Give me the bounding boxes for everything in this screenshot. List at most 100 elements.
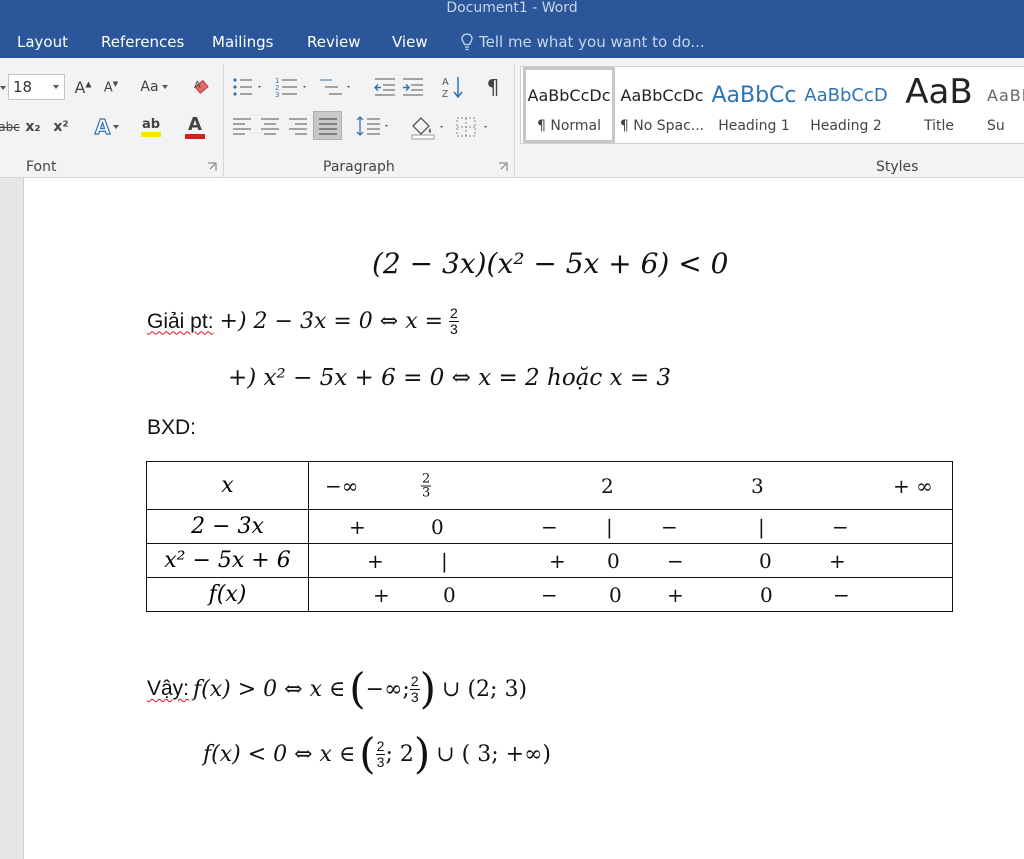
highlight-icon: ab [141, 116, 161, 132]
style-preview: AaBbCcD [804, 85, 888, 106]
sign-table: x −∞ 23 2 3 + ∞ 2 − 3x + 0 − | − | − x² … [146, 461, 953, 612]
tell-me-placeholder: Tell me what you want to do... [479, 33, 705, 51]
svg-text:Z: Z [442, 89, 448, 100]
row-head-quadratic: x² − 5x + 6 [146, 543, 309, 578]
main-inequality: (2 − 3x)(x² − 5x + 6) < 0 [372, 247, 729, 280]
sign-mark: − [541, 582, 558, 607]
shrink-font-button[interactable]: A▼ [100, 78, 122, 98]
solve-line-2: +) x² − 5x + 6 = 0 ⇔ x = 2 hoặc x = 3 [228, 365, 672, 391]
text-effects-button[interactable]: A [89, 114, 125, 140]
tab-mailings[interactable]: Mailings [212, 32, 273, 52]
left-paren: ( [359, 729, 376, 778]
style-subtitle[interactable]: AaBl Su [987, 67, 1024, 143]
align-right-icon[interactable] [288, 116, 308, 136]
chevron-down-icon [113, 125, 120, 129]
sign-mark: + [829, 548, 846, 573]
change-case-label: Aa [140, 79, 159, 95]
style-name: Title [923, 118, 954, 134]
ribbon-separator [223, 64, 224, 180]
sign-mark: 0 [759, 548, 772, 573]
style-preview: AaBbCc [711, 83, 797, 108]
style-heading-2[interactable]: AaBbCcD Heading 2 [801, 67, 891, 143]
pilcrow-icon: ¶ [486, 75, 500, 99]
paragraph-group-label: Paragraph [323, 159, 395, 175]
borders-icon[interactable] [455, 116, 491, 138]
strikethrough-label: abc [0, 120, 20, 134]
font-size-dropdown-icon [53, 85, 59, 89]
font-name-dropdown-icon[interactable] [0, 86, 6, 90]
bullets-icon[interactable] [232, 76, 264, 98]
superscript-label: x² [53, 119, 69, 135]
table-row: x² − 5x + 6 + | + 0 − 0 + [146, 543, 953, 578]
sign-mark: | [441, 548, 448, 573]
text-effects-icon: A [94, 114, 111, 139]
ribbon-separator [514, 64, 515, 180]
style-preview: AaBl [987, 86, 1024, 105]
row-x-values: −∞ 23 2 3 + ∞ [308, 461, 953, 510]
sign-mark: − [832, 514, 849, 539]
align-left-icon[interactable] [232, 116, 252, 136]
table-row: x −∞ 23 2 3 + ∞ [146, 461, 953, 510]
fraction-numerator: 2 [421, 471, 432, 486]
tab-view[interactable]: View [392, 32, 428, 52]
font-color-button[interactable]: A [175, 114, 215, 140]
sign-mark: 0 [443, 582, 456, 607]
table-row: 2 − 3x + 0 − | − | − [146, 509, 953, 544]
increase-indent-icon[interactable] [401, 76, 425, 98]
show-formatting-marks-button[interactable]: ¶ [482, 75, 504, 99]
align-center-icon[interactable] [260, 116, 280, 136]
style-name: ¶ No Spac... [619, 118, 705, 134]
line-spacing-icon[interactable] [356, 115, 392, 137]
sign-mark: | [606, 514, 613, 539]
tab-review[interactable]: Review [307, 32, 361, 52]
conclusion-2-lhs: f(x) < 0 ⇔ x ∈ [203, 741, 356, 767]
font-dialog-launcher-icon[interactable] [207, 162, 217, 172]
fraction-denominator: 3 [410, 688, 419, 705]
eraser-icon: A [194, 79, 209, 94]
mark-neg-infinity: −∞ [325, 473, 359, 498]
row-2-3x-signs: + 0 − | − | − [308, 509, 953, 544]
style-title[interactable]: AaB Title [893, 67, 985, 143]
style-preview: AaB [905, 72, 973, 112]
sign-mark: + [667, 582, 684, 607]
tell-me-search[interactable]: Tell me what you want to do... [461, 31, 705, 53]
shading-icon[interactable] [410, 114, 448, 140]
decrease-indent-icon[interactable] [373, 76, 397, 98]
sign-mark: + [349, 514, 366, 539]
change-case-button[interactable]: Aa [135, 76, 173, 98]
tab-layout[interactable]: Layout [17, 32, 68, 52]
paragraph-dialog-launcher-icon[interactable] [498, 162, 508, 172]
document-margin [0, 178, 24, 859]
superscript-button[interactable]: x² [50, 116, 72, 138]
style-name: Su [987, 118, 1005, 134]
tab-references[interactable]: References [101, 32, 184, 52]
style-no-spacing[interactable]: AaBbCcDc ¶ No Spac... [617, 67, 707, 143]
font-size-field[interactable]: 18 [8, 74, 65, 100]
style-heading-1[interactable]: AaBbCc Heading 1 [709, 67, 799, 143]
fraction-numerator: 2 [409, 672, 420, 690]
fraction-numerator: 2 [375, 737, 386, 755]
conclusion-line-1: Vậy: f(x) > 0 ⇔ x ∈ ( −∞; 23 ) ∪ (2; 3) [147, 664, 527, 714]
subscript-button[interactable]: x₂ [22, 116, 44, 138]
strikethrough-button[interactable]: abc [0, 116, 20, 138]
highlight-color-button[interactable]: ab [131, 114, 171, 140]
fraction-two-thirds: 23 [375, 737, 386, 770]
conclusion-label: Vậy: [147, 677, 190, 700]
sign-mark: 0 [760, 582, 773, 607]
font-size-value: 18 [13, 78, 33, 96]
multilevel-list-icon[interactable] [318, 76, 354, 98]
clear-formatting-button[interactable]: A [192, 76, 216, 98]
justify-button[interactable] [313, 111, 342, 140]
left-paren: ( [349, 664, 366, 713]
grow-font-button[interactable]: A▲ [72, 76, 94, 98]
grow-font-icon: A▲ [74, 77, 92, 97]
lightbulb-icon [461, 33, 473, 51]
font-color-icon: A [188, 113, 202, 135]
mark-two-thirds: 23 [421, 471, 432, 499]
word-window: Document1 - Word Layout References Maili… [0, 0, 1024, 859]
numbering-icon[interactable]: 123 [275, 76, 311, 98]
sort-icon[interactable]: AZ [441, 74, 465, 100]
style-normal[interactable]: AaBbCcDc ¶ Normal [523, 67, 615, 143]
right-paren: ) [419, 664, 437, 713]
row-fx-signs: + 0 − 0 + 0 − [308, 577, 953, 612]
